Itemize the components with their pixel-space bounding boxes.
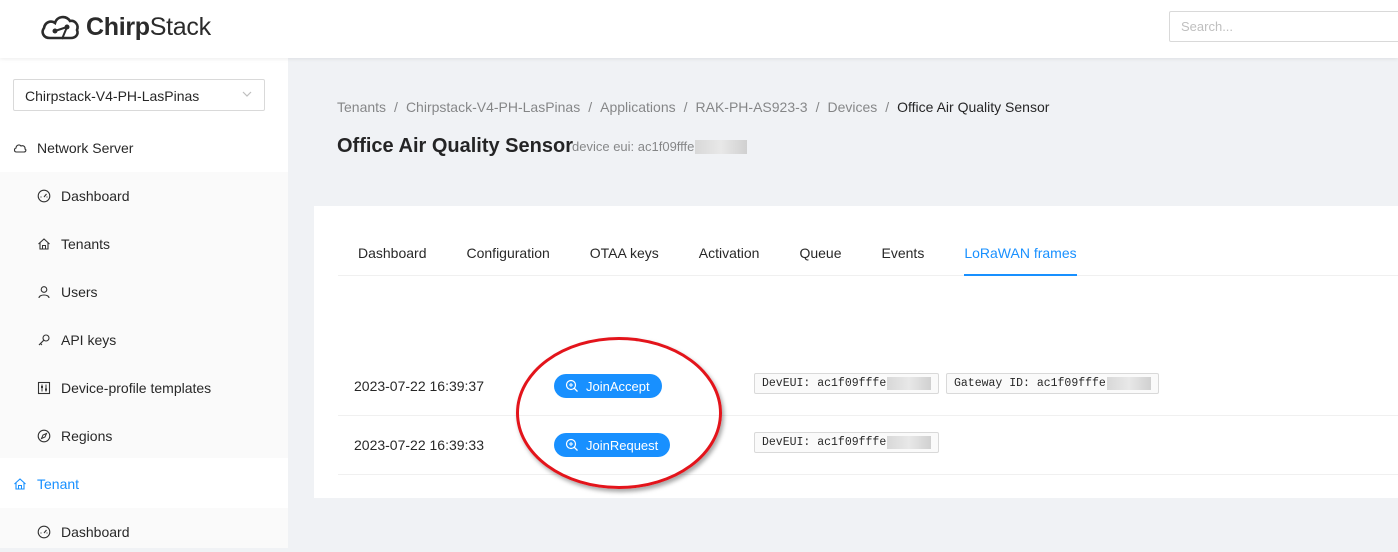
page-title: Office Air Quality Sensor	[337, 135, 573, 157]
frame-type-label: JoinAccept	[586, 378, 650, 394]
frame-type-label: JoinRequest	[586, 437, 659, 453]
tenant-selector-value: Chirpstack-V4-PH-LasPinas	[25, 88, 200, 104]
tab-dashboard[interactable]: Dashboard	[358, 233, 427, 276]
sidebar-item-label: Users	[61, 284, 98, 300]
tab-activation[interactable]: Activation	[699, 233, 760, 276]
breadcrumb-devices[interactable]: Devices	[827, 99, 877, 115]
tenant-selector[interactable]: Chirpstack-V4-PH-LasPinas	[13, 79, 265, 111]
redacted-block	[695, 139, 748, 154]
control-sliders-icon	[37, 381, 51, 395]
sidebar-item-users[interactable]: Users	[0, 272, 288, 312]
device-card: Dashboard Configuration OTAA keys Activa…	[314, 206, 1398, 498]
redacted-block	[887, 436, 932, 449]
breadcrumb-current: Office Air Quality Sensor	[897, 99, 1050, 115]
zoom-in-icon	[565, 438, 578, 451]
search-input[interactable]	[1169, 11, 1398, 42]
breadcrumb-application[interactable]: RAK-PH-AS923-3	[696, 99, 808, 115]
device-eui-text: device eui: ac1f09fffe	[572, 139, 695, 154]
redacted-block	[1106, 377, 1151, 390]
sidebar-item-tenants[interactable]: Tenants	[0, 224, 288, 264]
tab-queue[interactable]: Queue	[799, 233, 841, 276]
tab-otaa-keys[interactable]: OTAA keys	[590, 233, 659, 276]
sidebar-item-tenant-dashboard[interactable]: Dashboard	[0, 512, 288, 552]
sidebar-item-regions[interactable]: Regions	[0, 416, 288, 456]
sidebar-item-device-profile-templates[interactable]: Device-profile templates	[0, 368, 288, 408]
cloud-logo-icon	[41, 15, 79, 40]
sidebar-group-label: Network Server	[37, 140, 134, 156]
breadcrumb-tenant[interactable]: Chirpstack-V4-PH-LasPinas	[406, 99, 580, 115]
sidebar-group-tenant[interactable]: Tenant	[0, 464, 288, 504]
main-content: Tenants / Chirpstack-V4-PH-LasPinas / Appl…	[288, 58, 1398, 548]
tab-events[interactable]: Events	[882, 233, 925, 276]
home-icon	[38, 238, 50, 250]
join-accept-button[interactable]: JoinAccept	[554, 374, 662, 398]
sidebar-item-label: Dashboard	[61, 524, 130, 540]
tab-lorawan-frames[interactable]: LoRaWAN frames	[964, 233, 1077, 276]
sidebar-item-label: Device-profile templates	[61, 380, 212, 396]
sidebar-item-label: API keys	[61, 332, 117, 348]
dashboard-gauge-icon	[37, 189, 51, 203]
breadcrumb-applications[interactable]: Applications	[600, 99, 676, 115]
frame-timestamp: 2023-07-22 16:39:37	[354, 378, 484, 394]
frame-row: 2023-07-22 16:39:33 JoinRequest DevEUI: …	[338, 416, 1398, 475]
user-icon	[38, 286, 50, 299]
frame-timestamp: 2023-07-22 16:39:33	[354, 437, 484, 453]
chevron-down-icon	[242, 91, 252, 97]
join-request-button[interactable]: JoinRequest	[554, 433, 671, 457]
frame-row: 2023-07-22 16:39:37 JoinAccept DevEUI: a…	[338, 357, 1398, 416]
dev-eui-tag: DevEUI: ac1f09fffe	[754, 432, 940, 453]
top-header: ChirpStack	[0, 0, 1398, 58]
breadcrumb: Tenants / Chirpstack-V4-PH-LasPinas / Appl…	[337, 99, 1050, 115]
compass-icon	[37, 429, 51, 443]
dev-eui-tag: DevEUI: ac1f09fffe	[754, 373, 940, 394]
page-subtitle: device eui: ac1f09fffe	[572, 139, 748, 154]
key-icon	[38, 334, 50, 346]
redacted-block	[887, 377, 932, 390]
sidebar-item-label: Tenants	[61, 236, 111, 252]
home-icon	[14, 478, 26, 490]
sidebar-group-label: Tenant	[37, 476, 80, 492]
sidebar-item-label: Regions	[61, 428, 113, 444]
tab-bar: Dashboard Configuration OTAA keys Activa…	[338, 233, 1398, 276]
sidebar: Chirpstack-V4-PH-LasPinas Network Server…	[0, 58, 288, 548]
breadcrumb-tenants[interactable]: Tenants	[337, 99, 386, 115]
chirpstack-logo[interactable]: ChirpStack	[38, 10, 211, 44]
gateway-id-tag: Gateway ID: ac1f09fffe	[946, 373, 1159, 394]
sidebar-item-api-keys[interactable]: API keys	[0, 320, 288, 360]
logo-text: ChirpStack	[86, 12, 211, 41]
cloud-icon	[13, 144, 27, 153]
zoom-in-icon	[565, 379, 578, 392]
tab-configuration[interactable]: Configuration	[467, 233, 550, 276]
sidebar-item-dashboard[interactable]: Dashboard	[0, 176, 288, 216]
dashboard-gauge-icon	[37, 525, 51, 539]
sidebar-item-label: Dashboard	[61, 188, 130, 204]
sidebar-group-network-server[interactable]: Network Server	[0, 128, 288, 168]
